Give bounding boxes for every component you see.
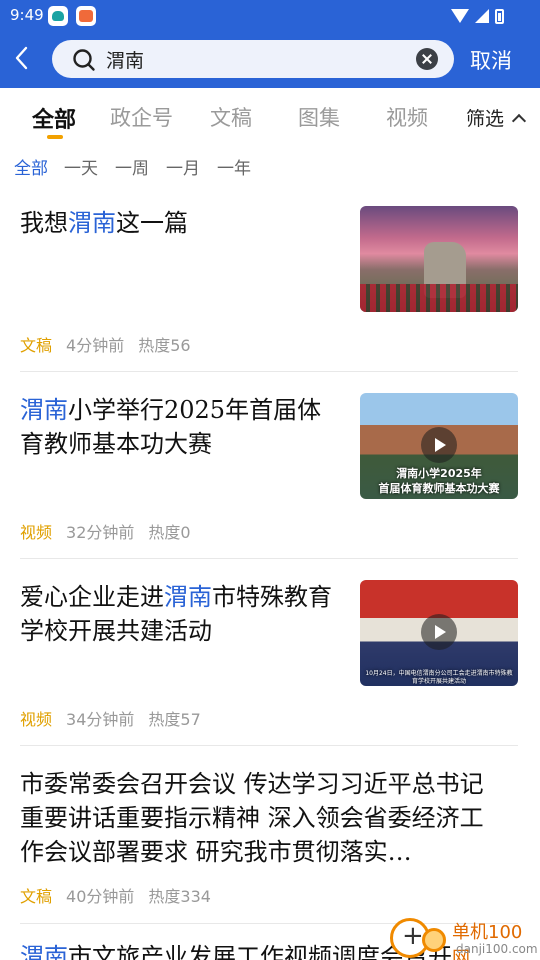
search-input[interactable]	[106, 45, 406, 73]
result-category: 视频	[20, 710, 53, 729]
title-highlight: 渭南	[164, 583, 212, 611]
tab-videos[interactable]: 视频	[386, 102, 428, 132]
title-text: 这一篇	[116, 209, 188, 237]
result-thumbnail: 渭南小学2025年 首届体育教师基本功大赛	[360, 393, 518, 499]
result-heat: 热度0	[148, 523, 191, 542]
wifi-icon	[451, 9, 469, 23]
search-icon	[73, 49, 95, 71]
result-meta: 视频 34分钟前 热度57	[20, 706, 201, 730]
result-item[interactable]: 我想渭南这一篇 文稿 4分钟前 热度56	[20, 206, 518, 356]
time-filter-bar: 全部 一天 一周 一月 一年	[0, 150, 540, 182]
watermark-url: danji100.com	[456, 942, 538, 956]
result-category: 视频	[20, 523, 53, 542]
tab-gov-enterprise[interactable]: 政企号	[110, 102, 173, 132]
time-filter-day[interactable]: 一天	[64, 154, 98, 179]
health-app-notification-icon	[76, 6, 96, 26]
result-thumbnail	[360, 206, 518, 312]
title-highlight: 渭南	[20, 396, 68, 424]
thumbnail-flowers	[360, 284, 518, 312]
battery-icon	[495, 8, 504, 24]
result-meta: 文稿 40分钟前 热度334	[20, 883, 211, 907]
result-item[interactable]: 市委常委会召开会议 传达学习习近平总书记重要讲话重要指示精神 深入领会省委经济工…	[20, 767, 518, 907]
filter-button[interactable]: 筛选	[466, 104, 527, 131]
tab-all[interactable]: 全部	[32, 102, 76, 134]
tab-articles[interactable]: 文稿	[210, 102, 252, 132]
clear-search-icon[interactable]	[416, 48, 438, 70]
result-meta: 视频 32分钟前 热度0	[20, 519, 191, 543]
result-title: 市委常委会召开会议 传达学习习近平总书记重要讲话重要指示精神 深入领会省委经济工…	[20, 767, 500, 869]
chevron-up-icon	[511, 113, 527, 128]
result-thumbnail: 10月24日，中国电信渭南分公司工会走进渭南市特殊教育学校开展共建活动	[360, 580, 518, 686]
category-tabs: 全部 政企号 文稿 图集 视频	[0, 88, 540, 146]
divider	[20, 558, 518, 559]
tab-galleries[interactable]: 图集	[298, 102, 340, 132]
result-heat: 热度57	[148, 710, 201, 729]
time-filter-all[interactable]: 全部	[14, 154, 48, 179]
result-title: 我想渭南这一篇	[20, 206, 340, 240]
result-time: 4分钟前	[66, 336, 125, 355]
title-highlight: 渭南	[68, 209, 116, 237]
signal-icon	[475, 9, 489, 23]
title-text: 我想	[20, 209, 68, 237]
back-button[interactable]	[8, 40, 40, 76]
back-arrow-icon	[15, 46, 28, 70]
result-category: 文稿	[20, 336, 53, 355]
result-item[interactable]: 爱心企业走进渭南市特殊教育学校开展共建活动 10月24日，中国电信渭南分公司工会…	[20, 580, 518, 730]
result-title: 爱心企业走进渭南市特殊教育学校开展共建活动	[20, 580, 340, 648]
time-filter-year[interactable]: 一年	[217, 154, 251, 179]
result-heat: 热度334	[148, 887, 211, 906]
result-time: 34分钟前	[66, 710, 135, 729]
app-notification-icon	[48, 6, 68, 26]
result-heat: 热度56	[138, 336, 191, 355]
divider	[20, 371, 518, 372]
thumbnail-caption: 渭南小学2025年	[396, 467, 482, 480]
play-icon[interactable]	[421, 427, 457, 463]
thumbnail-caption: 首届体育教师基本功大赛	[378, 482, 500, 495]
title-text: 市委常委会召开会议 传达学习习近平总书记重要讲话重要指示精神 深入领会省委经济工…	[20, 770, 484, 866]
result-time: 32分钟前	[66, 523, 135, 542]
result-category: 文稿	[20, 887, 53, 906]
result-time: 40分钟前	[66, 887, 135, 906]
time-filter-week[interactable]: 一周	[115, 154, 149, 179]
app-header: 9:49 取消	[0, 0, 540, 88]
search-box[interactable]	[52, 40, 454, 78]
result-meta: 文稿 4分钟前 热度56	[20, 332, 191, 356]
watermark-face-icon	[422, 928, 446, 952]
status-time: 9:49	[10, 6, 44, 24]
status-bar: 9:49	[0, 0, 540, 32]
thumbnail-caption: 10月24日，中国电信渭南分公司工会走进渭南市特殊教育学校开展共建活动	[365, 670, 513, 685]
result-title: 渭南小学举行2025年首届体育教师基本功大赛	[20, 393, 340, 461]
active-tab-indicator	[47, 135, 63, 139]
title-highlight: 渭南	[20, 943, 68, 960]
site-watermark: 单机100网 danji100.com	[390, 916, 540, 960]
time-filter-month[interactable]: 一月	[166, 154, 200, 179]
cancel-button[interactable]: 取消	[470, 45, 512, 75]
divider	[20, 745, 518, 746]
result-item[interactable]: 渭南小学举行2025年首届体育教师基本功大赛 渭南小学2025年 首届体育教师基…	[20, 393, 518, 543]
filter-label: 筛选	[466, 108, 505, 130]
status-indicators	[451, 6, 504, 26]
title-text: 爱心企业走进	[20, 583, 164, 611]
play-icon[interactable]	[421, 614, 457, 650]
